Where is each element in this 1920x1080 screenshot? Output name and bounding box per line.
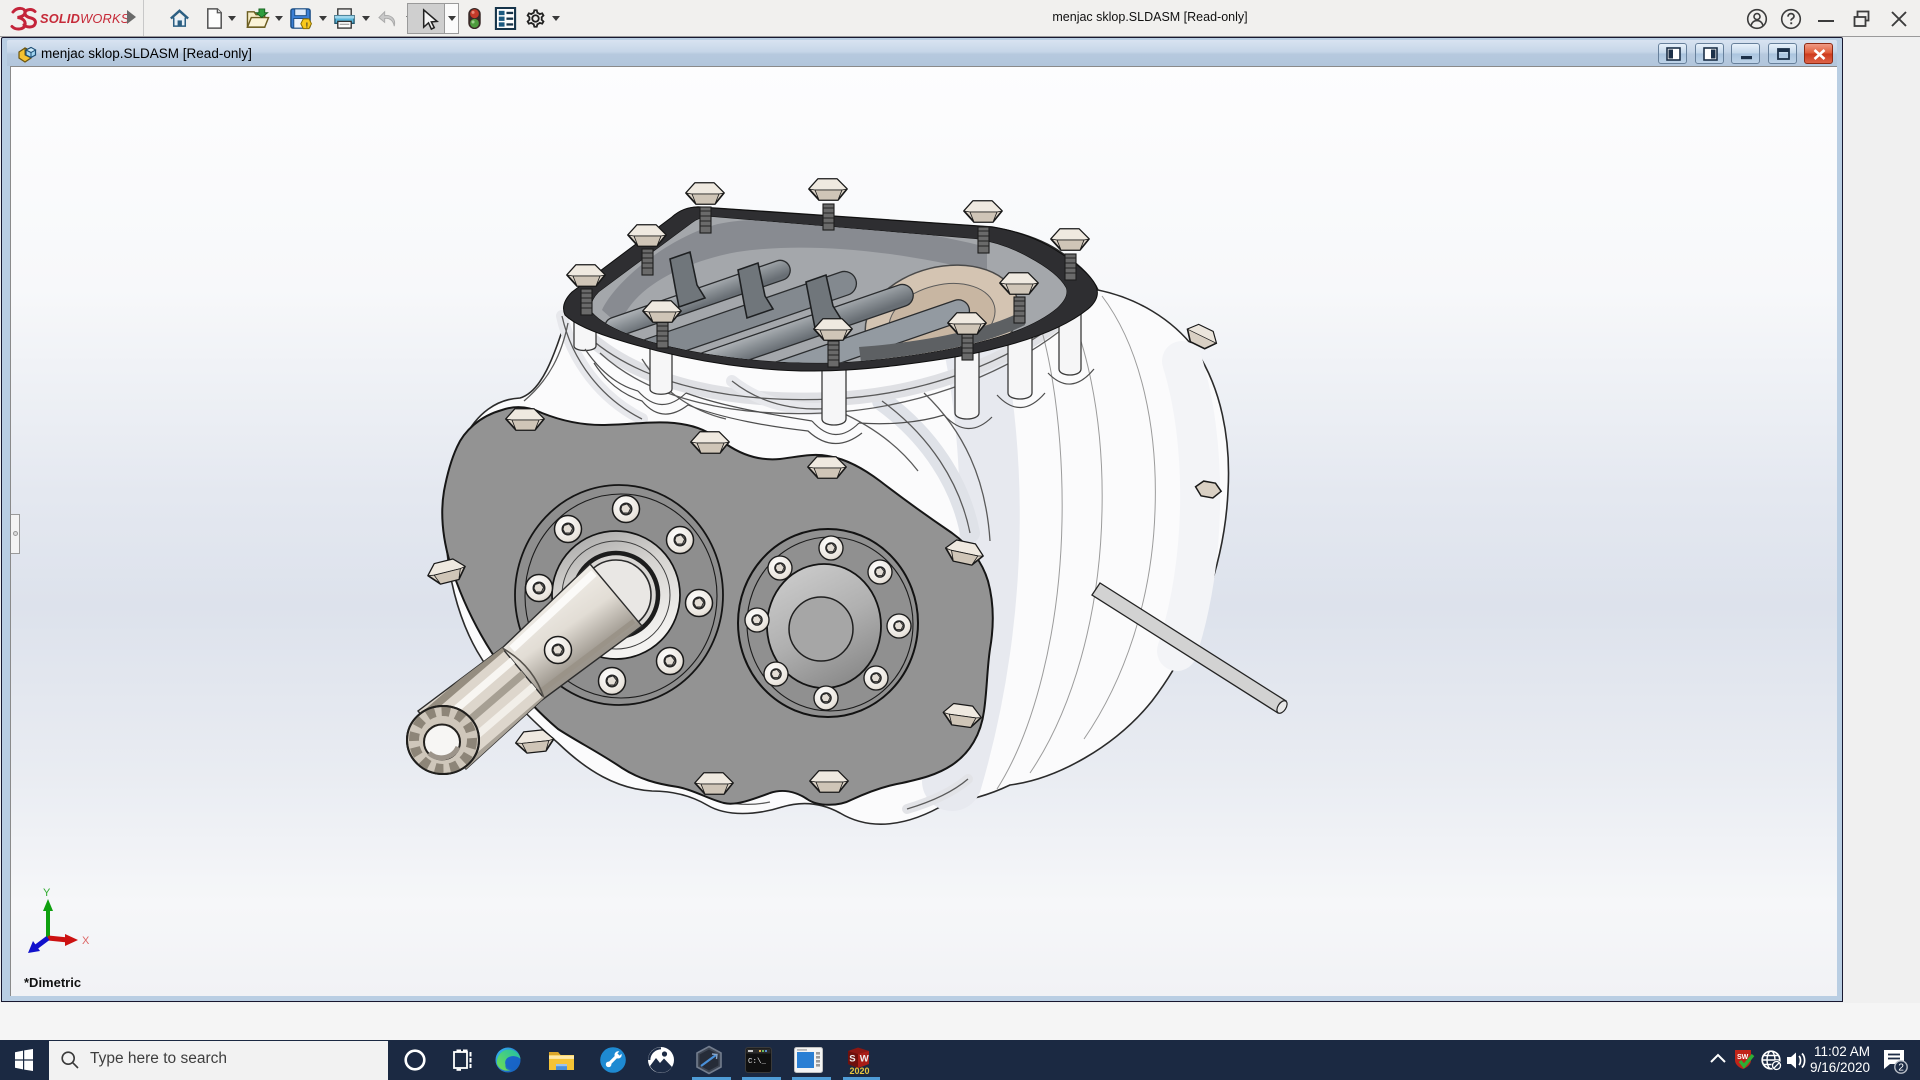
svg-text:SOLIDWORKS: SOLIDWORKS [40,11,130,26]
svg-text:2: 2 [1898,1063,1904,1074]
svg-text:Y: Y [43,887,51,899]
svg-text:!: ! [306,21,309,30]
svg-text:W: W [860,1054,869,1065]
svg-text:2020: 2020 [850,1066,870,1076]
svg-text:X: X [82,935,90,947]
svg-text:S: S [849,1054,855,1065]
svg-text:C:\_: C:\_ [748,1058,767,1066]
